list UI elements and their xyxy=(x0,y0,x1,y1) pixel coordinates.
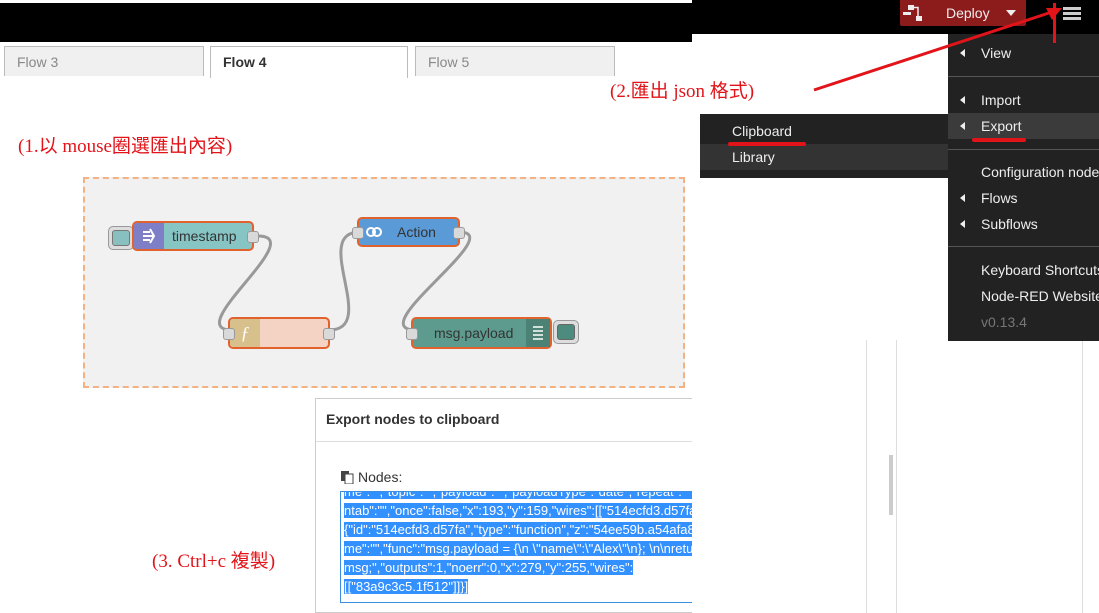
export-submenu: Clipboard Library xyxy=(700,114,948,178)
flow-wires xyxy=(218,230,471,332)
output-port[interactable] xyxy=(453,227,465,239)
menu-item-subflows[interactable]: Subflows xyxy=(948,211,1099,237)
clipboard-underline xyxy=(728,142,806,146)
dialog-title: Export nodes to clipboard xyxy=(326,411,500,427)
menu-divider xyxy=(948,149,1099,150)
msg-payload-label: msg.payload xyxy=(434,325,514,341)
export-underline xyxy=(972,138,1026,142)
annotation-step2: (2.匯出 json 格式) xyxy=(610,81,755,102)
json-line: {"id":"514ecfd3.d57fa","type":"function"… xyxy=(344,522,723,537)
sidebar xyxy=(866,340,1099,613)
chevron-left-icon xyxy=(960,194,965,202)
nodes-label-row: Nodes: xyxy=(340,469,402,485)
inject-icon xyxy=(134,223,164,249)
input-port[interactable] xyxy=(223,328,235,340)
menu-item-version: v0.13.4 xyxy=(981,314,1027,330)
action-label: Action xyxy=(397,224,436,240)
annotation-step3: (3. Ctrl+c 複製) xyxy=(152,551,276,572)
debug-node[interactable]: msg.payload xyxy=(406,317,552,349)
json-line: me":"","topic":"","payload":"","payloadT… xyxy=(344,492,718,499)
menu-item-library[interactable]: Library xyxy=(700,144,948,170)
chevron-left-icon xyxy=(960,122,965,130)
timestamp-node[interactable]: timestamp xyxy=(132,221,259,251)
json-line: msg;","outputs":1,"noerr":0,"x":279,"y":… xyxy=(344,560,634,575)
action-node[interactable]: Action xyxy=(352,217,465,247)
menu-divider xyxy=(948,246,1099,247)
menu-item-keyboard-shortcuts[interactable]: Keyboard Shortcuts xyxy=(948,257,1099,283)
function-node[interactable]: ƒ xyxy=(223,317,335,349)
menu-item-flows[interactable]: Flows xyxy=(948,185,1099,211)
sidebar-divider xyxy=(1082,340,1083,613)
sidebar-divider xyxy=(896,340,897,613)
input-port[interactable] xyxy=(406,328,418,340)
input-port[interactable] xyxy=(352,227,364,239)
json-line: ntab":"","once":false,"x":193,"y":159,"w… xyxy=(344,503,717,518)
menu-item-node-red-website[interactable]: Node-RED Website xyxy=(948,283,1099,309)
json-line: me":"","func":"msg.payload = {\n \"name\… xyxy=(344,541,705,556)
json-line: [["83a9c3c5.1f512"]]}] xyxy=(344,579,469,594)
menu-item-clipboard[interactable]: Clipboard xyxy=(700,118,948,144)
menu-item-export[interactable]: Export xyxy=(948,113,1099,139)
output-port[interactable] xyxy=(323,328,335,340)
inject-button[interactable] xyxy=(108,226,134,250)
annotation-arrow-mark xyxy=(1053,3,1056,43)
chevron-left-icon xyxy=(960,220,965,228)
clipboard-icon xyxy=(341,471,354,484)
debug-toggle-button[interactable] xyxy=(553,320,579,344)
menu-item-configuration-nodes[interactable]: Configuration nodes xyxy=(948,159,1099,185)
sidebar-scrollbar[interactable] xyxy=(889,455,893,515)
nodes-label: Nodes: xyxy=(358,469,403,485)
list-icon xyxy=(526,319,550,347)
timestamp-label: timestamp xyxy=(172,228,237,244)
output-port[interactable] xyxy=(247,231,259,243)
